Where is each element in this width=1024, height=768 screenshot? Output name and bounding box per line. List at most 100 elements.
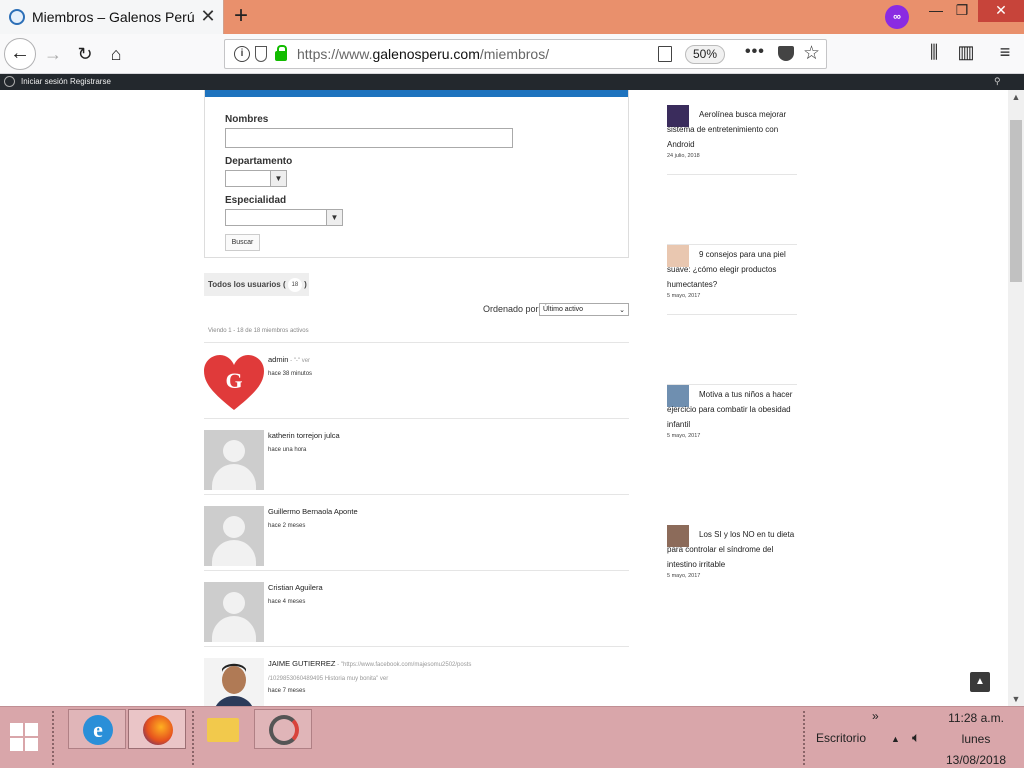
member-name[interactable]: Guillermo Bernaola Aponte xyxy=(268,507,358,516)
app-taskbar-icon[interactable] xyxy=(254,709,312,749)
member-last-active: hace 7 meses xyxy=(268,688,306,694)
site-favicon-icon xyxy=(9,9,25,25)
list-item: katherin torrejon julca hace una hora xyxy=(204,418,629,494)
member-name: admin - "-" ver xyxy=(268,355,311,364)
bookmark-star-icon[interactable]: ☆ xyxy=(803,42,820,65)
list-item: G admin - "-" ver hace 38 minutos xyxy=(204,342,629,418)
member-last-active: hace 38 minutos xyxy=(268,371,313,377)
url-bar[interactable]: i https://www.galenosperu.com/miembros/ … xyxy=(224,39,827,69)
departamento-select[interactable]: ▼ xyxy=(225,170,287,187)
especialidad-select[interactable]: ▼ xyxy=(225,209,343,226)
list-item[interactable]: Los SI y los NO en tu dieta para control… xyxy=(667,315,797,579)
folder-icon xyxy=(207,718,239,742)
clock-time[interactable]: 11:28 a.m. xyxy=(940,711,1012,725)
pocket-icon[interactable] xyxy=(778,46,794,61)
scroll-thumb[interactable] xyxy=(1010,120,1022,282)
site-info-icon[interactable]: i xyxy=(234,46,250,62)
tab-close-icon[interactable]: ✕ xyxy=(198,6,218,26)
post-date: 5 mayo, 2017 xyxy=(667,573,701,579)
desktop-toolbar-label[interactable]: Escritorio xyxy=(816,731,866,745)
browser-tab[interactable]: Miembros – Galenos Perú ✕ xyxy=(0,0,224,34)
post-title[interactable]: Motiva a tus niños a hacer ejercicio par… xyxy=(667,387,795,432)
forward-button[interactable]: → xyxy=(41,42,65,66)
windows-taskbar: e » Escritorio ▲ 🔈︎ 11:28 a.m. lunes 13/… xyxy=(0,706,1024,768)
list-item[interactable]: 9 consejos para una piel suave: ¿cómo el… xyxy=(667,175,797,299)
order-select[interactable]: Último activo ⌄ xyxy=(539,303,629,316)
taskbar-grip xyxy=(52,711,56,765)
page-viewport: Nombres Departamento ▼ Especialidad ▼ Bu… xyxy=(0,90,1008,706)
new-tab-button[interactable]: + xyxy=(230,4,252,28)
chevron-down-icon: ▼ xyxy=(326,210,342,225)
window-close-button[interactable]: ✕ xyxy=(978,0,1024,22)
list-item[interactable]: Motiva a tus niños a hacer ejercicio par… xyxy=(667,245,797,439)
member-search-form: Nombres Departamento ▼ Especialidad ▼ Bu… xyxy=(204,90,629,258)
library-icon[interactable]: ⫼ xyxy=(922,42,946,63)
all-users-tab[interactable]: Todos los usuarios ( 18 ) xyxy=(204,273,309,296)
menu-icon[interactable]: ≡ xyxy=(993,42,1017,63)
tray-up-icon[interactable]: ▲ xyxy=(891,734,900,744)
tab-title: Miembros – Galenos Perú xyxy=(32,9,195,25)
app-icon xyxy=(269,715,299,745)
order-label: Ordenado por: xyxy=(483,304,542,314)
start-button[interactable] xyxy=(10,723,40,753)
minimize-button[interactable]: — xyxy=(922,0,950,22)
firefox-taskbar-icon[interactable] xyxy=(128,709,186,749)
volume-icon[interactable]: 🔈︎ xyxy=(912,729,920,746)
file-explorer-taskbar-icon[interactable] xyxy=(198,709,256,749)
page-actions-icon[interactable]: ••• xyxy=(745,43,765,61)
clock-date[interactable]: 13/08/2018 xyxy=(940,753,1012,767)
page-scrollbar[interactable]: ▲ ▼ xyxy=(1008,90,1024,706)
chevron-down-icon: ⌄ xyxy=(619,307,625,314)
scroll-to-top-button[interactable]: ▲ xyxy=(970,672,990,692)
list-item: JAIME GUTIERREZ - "https://www.facebook.… xyxy=(204,646,629,706)
browser-navbar: ← → ↻ ⌂ i https://www.galenosperu.com/mi… xyxy=(0,34,1024,74)
reload-button[interactable]: ↻ xyxy=(73,42,97,66)
scroll-up-icon[interactable]: ▲ xyxy=(1008,90,1024,104)
post-title[interactable]: Aerolínea busca mejorar sistema de entre… xyxy=(667,107,795,152)
avatar[interactable] xyxy=(204,430,264,490)
login-link[interactable]: Iniciar sesión xyxy=(21,77,68,86)
lock-icon[interactable] xyxy=(275,45,287,61)
sidebar-toggle-icon[interactable]: ▥ xyxy=(954,42,978,63)
tracking-shield-icon[interactable] xyxy=(255,46,267,62)
nombres-label: Nombres xyxy=(225,114,269,125)
heart-logo-icon: G xyxy=(204,355,264,410)
taskbar-grip xyxy=(192,711,196,765)
restore-button[interactable]: ❐ xyxy=(948,0,976,22)
post-title[interactable]: Los SI y los NO en tu dieta para control… xyxy=(667,527,795,572)
avatar[interactable]: G xyxy=(204,354,264,414)
member-name[interactable]: katherin torrejon julca xyxy=(268,431,340,440)
member-name[interactable]: Cristian Aguilera xyxy=(268,583,323,592)
internet-explorer-taskbar-icon[interactable]: e xyxy=(68,709,126,749)
member-last-active: hace una hora xyxy=(268,447,307,453)
url-text[interactable]: https://www.galenosperu.com/miembros/ xyxy=(297,46,549,62)
departamento-label: Departamento xyxy=(225,156,293,167)
ie-icon: e xyxy=(83,715,113,745)
post-date: 24 julio, 2018 xyxy=(667,153,700,159)
clock-day[interactable]: lunes xyxy=(940,732,1012,746)
user-count-badge: 18 xyxy=(287,277,302,292)
member-last-active: hace 4 meses xyxy=(268,599,306,605)
search-icon[interactable]: ⚲ xyxy=(994,76,1001,87)
list-item[interactable]: Aerolínea busca mejorar sistema de entre… xyxy=(667,105,797,175)
nombres-input[interactable] xyxy=(225,128,513,148)
reader-view-icon[interactable] xyxy=(658,46,672,62)
recent-posts-sidebar: Aerolínea busca mejorar sistema de entre… xyxy=(667,105,797,579)
register-link[interactable]: Registrarse xyxy=(70,77,111,86)
scroll-down-icon[interactable]: ▼ xyxy=(1008,692,1024,706)
buscar-button[interactable]: Buscar xyxy=(225,234,260,251)
home-button[interactable]: ⌂ xyxy=(104,42,128,66)
browser-titlebar: Miembros – Galenos Perú ✕ + ∞ — ❐ ✕ xyxy=(0,0,1024,34)
tray-overflow-icon[interactable]: » xyxy=(872,709,879,723)
avatar[interactable] xyxy=(204,658,264,706)
private-browsing-icon: ∞ xyxy=(885,5,909,29)
avatar[interactable] xyxy=(204,506,264,566)
list-item: Cristian Aguilera hace 4 meses xyxy=(204,570,629,646)
zoom-indicator[interactable]: 50% xyxy=(685,45,725,64)
wordpress-logo-icon[interactable] xyxy=(4,76,15,87)
back-button[interactable]: ← xyxy=(4,38,36,70)
firefox-icon xyxy=(143,715,173,745)
member-status-text: /1029853060489495 Historia muy bonita" v… xyxy=(268,676,389,682)
taskbar-grip xyxy=(803,711,807,765)
avatar[interactable] xyxy=(204,582,264,642)
